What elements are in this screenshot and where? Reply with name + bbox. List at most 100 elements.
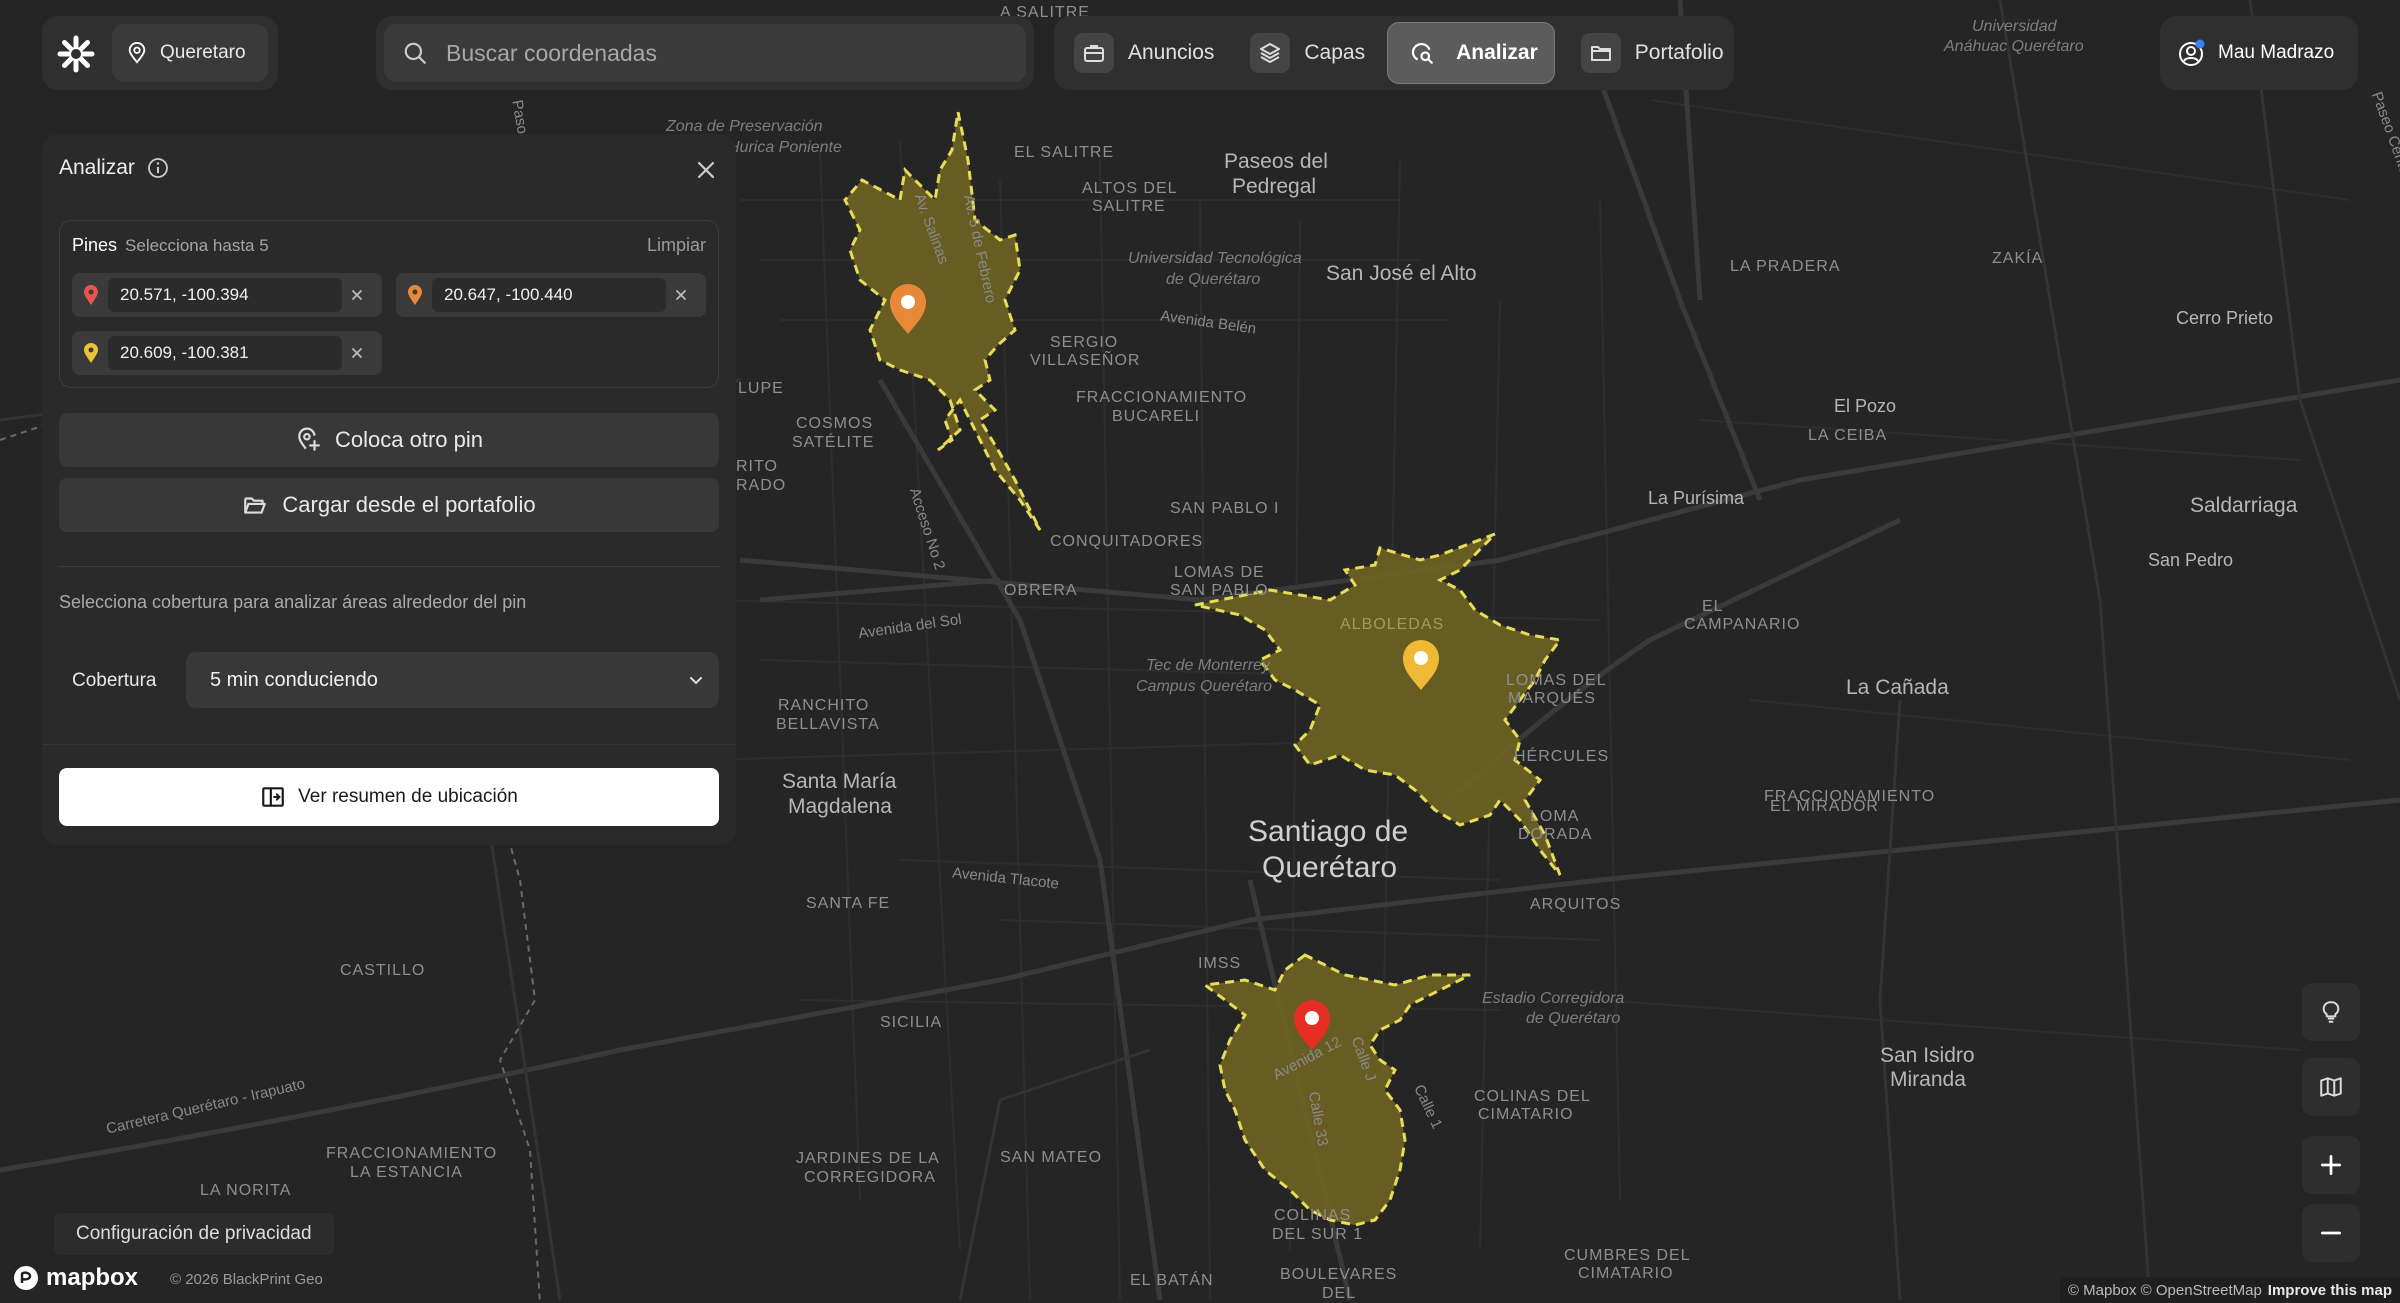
clear-pins-button[interactable]: Limpiar [647,235,706,256]
remove-pin-icon[interactable] [350,288,364,302]
map-label: San Isidro [1880,1044,1975,1067]
map-label: Pedregal [1232,175,1317,198]
map-pin-icon [84,343,98,363]
map-label: LA CEIBA [1808,427,1888,444]
map-label: BELLAVISTA [776,716,880,733]
nav-tab-capas[interactable]: Capas [1236,22,1381,84]
map-label: LUPE [738,380,784,397]
nav-tab-label: Anuncios [1128,41,1215,64]
map-label: ARQUITOS [1530,896,1622,913]
map-pin-icon [408,285,422,305]
map-label: San José el Alto [1326,262,1477,285]
location-pin-icon [128,42,146,64]
pin-chip[interactable]: 20.647, -100.440 [396,273,706,317]
map-icon [2320,1077,2342,1097]
info-icon[interactable] [147,157,169,179]
map-label: CIMATARIO [1578,1265,1674,1282]
nav-tab-anuncios[interactable]: Anuncios [1060,22,1230,84]
pin-coordinates[interactable]: 20.571, -100.394 [108,278,342,312]
map-label: CAMPANARIO [1684,616,1801,633]
brand-logo-icon[interactable] [56,34,96,74]
location-summary-label: Ver resumen de ubicación [298,786,518,807]
copyright-text: © 2026 BlackPrint Geo [170,1271,323,1288]
map-label: RANCHITO [778,697,870,714]
user-avatar-icon [2179,39,2205,66]
analyze-icon [1402,33,1442,73]
privacy-settings-button[interactable]: Configuración de privacidad [54,1213,334,1255]
close-icon[interactable] [692,156,720,184]
nav-tab-portafolio[interactable]: Portafolio [1567,22,1740,84]
map-label: EL BATÁN [1130,1272,1214,1289]
attribution-text[interactable]: © Mapbox © OpenStreetMap [2068,1282,2262,1299]
map-label: SERGIO [1050,334,1119,351]
map-label: ZAKÍA [1992,250,2044,267]
pin-coordinates[interactable]: 20.609, -100.381 [108,336,342,370]
search-bar [376,16,1034,90]
pin-chip[interactable]: 20.571, -100.394 [72,273,382,317]
location-label: Queretaro [160,42,246,63]
improve-map-link[interactable]: Improve this map [2268,1282,2392,1299]
map-label: Miranda [1890,1068,1966,1091]
pins-title: Pines [72,235,118,255]
map-label: El Pozo [1834,396,1897,416]
map-label: ALTOS DEL [1082,180,1178,197]
map-label-city: Santiago de [1248,815,1409,848]
location-summary-button[interactable]: Ver resumen de ubicación [59,768,719,826]
briefcase-icon [1074,33,1114,73]
place-pin-button[interactable]: Coloca otro pin [59,413,719,467]
user-menu[interactable]: Mau Madrazo [2160,16,2358,90]
mapbox-wordmark: mapbox [46,1264,139,1291]
location-button[interactable]: Queretaro [112,24,268,82]
map-label: EL SALITRE [1014,144,1115,161]
map-label: COLINAS DEL [1474,1088,1591,1105]
tips-button[interactable] [2302,983,2360,1041]
mapbox-logo[interactable]: mapbox [12,1264,138,1292]
map-label: Hurica Poniente [728,139,842,156]
nav-tab-analizar[interactable]: Analizar [1387,22,1555,84]
nav-tab-label: Analizar [1456,41,1538,64]
map-label: SALITRE [1092,198,1166,215]
map-label: Magdalena [788,795,892,818]
nav-tab-label: Portafolio [1634,41,1724,64]
lightbulb-icon [2322,1001,2340,1023]
zoom-in-button[interactable] [2302,1136,2360,1194]
map-label: SATÉLITE [792,434,875,451]
search-field[interactable] [384,24,1026,82]
chevron-down-icon [690,677,702,685]
map-label: BOULEVARES [1280,1266,1398,1283]
analyze-panel: Analizar Pines Selecciona hasta 5 Limpiar… [42,134,736,845]
map-style-button[interactable] [2302,1058,2360,1116]
pin-coordinates[interactable]: 20.647, -100.440 [432,278,666,312]
panel-header: Analizar [59,156,169,180]
map-label: CORREGIDORA [804,1169,936,1186]
map-label: La Purísima [1648,488,1745,508]
pins-header: Pines Selecciona hasta 5 [72,235,269,256]
map-label: SAN MATEO [1000,1149,1103,1166]
zoom-out-button[interactable] [2302,1204,2360,1262]
remove-pin-icon[interactable] [674,288,688,302]
map-label: MARQUÉS [1508,690,1596,707]
map-label: HÉRCULES [1514,748,1610,765]
map-label: SICILIA [880,1014,943,1031]
remove-pin-icon[interactable] [350,346,364,360]
user-name: Mau Madrazo [2218,42,2335,63]
pin-chip[interactable]: 20.609, -100.381 [72,331,382,375]
map-label: VILLASEÑOR [1030,352,1141,369]
coverage-select[interactable]: 5 min conduciendo [186,652,719,708]
map-label: LOMAS DEL [1506,672,1607,689]
search-input[interactable] [444,38,948,68]
map-label: de Querétaro [1166,271,1261,288]
map-label: DORADA [1518,826,1593,843]
layers-icon [1250,33,1291,73]
map-attribution: © Mapbox © OpenStreetMap Improve this ma… [2059,1277,2400,1303]
map-label: COLINAS [1274,1207,1352,1224]
map-pin-icon [84,285,98,305]
map-label: Santa María [782,770,897,793]
plus-icon [2320,1154,2342,1176]
map-label: Cerro Prieto [2176,308,2274,328]
map-label: Universidad Tecnológica [1128,250,1302,267]
folder-icon [1580,33,1621,73]
load-portfolio-button[interactable]: Cargar desde el portafolio [59,478,719,532]
map-label: CIMATARIO [1478,1106,1574,1123]
brand-location-bar: Queretaro [42,16,278,90]
